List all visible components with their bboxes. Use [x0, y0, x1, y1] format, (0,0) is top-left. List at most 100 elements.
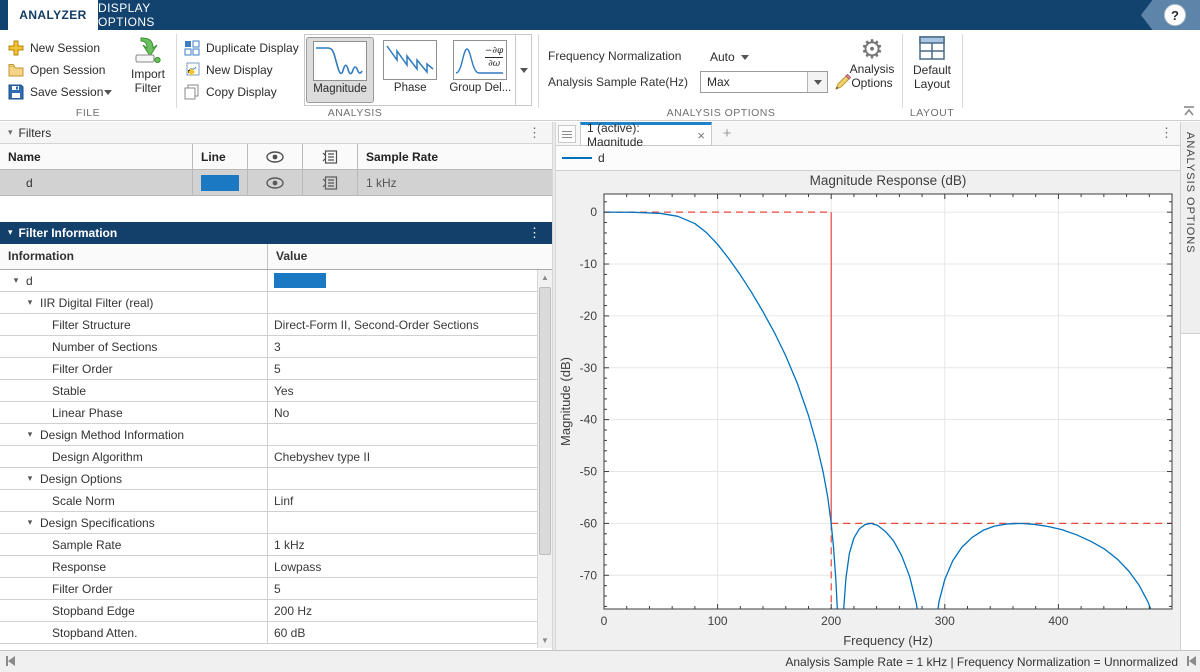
info-label: Stopband Atten. — [52, 626, 137, 640]
filter-info-row[interactable]: Filter Order5 — [0, 358, 537, 380]
analysis-options-button[interactable]: ⚙ Analysis Options — [846, 36, 898, 90]
filter-info-row[interactable]: ▾IIR Digital Filter (real) — [0, 292, 537, 314]
row-expander-icon[interactable]: ▾ — [24, 297, 36, 308]
filter-info-row[interactable]: ▾Design Options — [0, 468, 537, 490]
row-expander-icon[interactable]: ▾ — [10, 275, 22, 286]
analysis-options-strip-label: ANALYSIS OPTIONS — [1184, 132, 1196, 254]
filter-info-row[interactable]: ▾Design Specifications — [0, 512, 537, 534]
analysis-sample-rate-combo[interactable]: Max — [700, 71, 828, 93]
open-session-label: Open Session — [30, 63, 105, 77]
filter-name-cell[interactable]: d — [0, 170, 193, 195]
filters-empty-area — [0, 196, 552, 222]
collapse-triangle-icon[interactable]: ▾ — [8, 127, 13, 138]
filter-info-row[interactable]: Scale NormLinf — [0, 490, 537, 512]
filter-info-row[interactable]: Stopband Atten. 60 dB — [0, 622, 537, 644]
annotation-icon — [322, 150, 338, 164]
gear-icon: ⚙ — [846, 36, 898, 62]
help-button[interactable]: ? — [1164, 4, 1186, 26]
minimize-ribbon-button[interactable] — [1181, 104, 1197, 118]
tab-display-options[interactable]: DISPLAY OPTIONS — [98, 0, 210, 30]
scroll-down-arrow[interactable]: ▼ — [538, 633, 552, 648]
filter-information-menu-icon[interactable]: ⋮ — [525, 225, 544, 241]
filter-info-row[interactable]: StableYes — [0, 380, 537, 402]
copy-display-button[interactable]: Copy Display — [184, 82, 277, 102]
info-value: Linf — [268, 490, 537, 511]
tab-analyzer[interactable]: ANALYZER — [8, 0, 98, 30]
collapse-triangle-icon[interactable]: ▾ — [8, 227, 13, 238]
col-header-line[interactable]: Line — [193, 144, 248, 169]
info-value — [268, 512, 537, 533]
filter-info-row[interactable]: ResponseLowpass — [0, 556, 537, 578]
display-list-button[interactable] — [558, 125, 576, 143]
gallery-expand-button[interactable] — [515, 35, 531, 105]
filter-info-row[interactable]: Design AlgorithmChebyshev type II — [0, 446, 537, 468]
close-icon[interactable]: × — [697, 128, 705, 143]
legend-label[interactable]: d — [598, 151, 605, 165]
y-tick-label: -20 — [580, 309, 598, 323]
info-label: Design Algorithm — [52, 450, 143, 464]
col-header-name[interactable]: Name — [0, 144, 193, 169]
display-tab-1[interactable]: 1 (active): Magnitude × — [580, 122, 712, 146]
x-tick-label: 100 — [708, 614, 728, 628]
filter-info-row[interactable]: Number of Sections3 — [0, 336, 537, 358]
scroll-up-arrow[interactable]: ▲ — [538, 270, 552, 285]
filter-info-row[interactable]: ▾Design Method Information — [0, 424, 537, 446]
row-expander-icon[interactable]: ▾ — [24, 429, 36, 440]
collapse-left-panel-button[interactable] — [6, 656, 15, 666]
filters-panel-header[interactable]: ▾ Filters ⋮ — [0, 122, 552, 144]
filter-visibility-cell[interactable] — [248, 170, 303, 195]
filter-info-scrollbar[interactable]: ▲ ▼ — [537, 270, 552, 648]
filter-sample-rate-cell: 1 kHz — [358, 170, 552, 195]
collapse-right-panel-button[interactable] — [1187, 656, 1196, 666]
filter-line-cell[interactable] — [193, 170, 248, 195]
filter-info-row[interactable]: Sample Rate1 kHz — [0, 534, 537, 556]
filters-menu-icon[interactable]: ⋮ — [525, 125, 544, 141]
save-session-button[interactable]: Save Session — [8, 82, 103, 102]
filter-info-row[interactable]: Stopband Edge200 Hz — [0, 600, 537, 622]
new-display-button[interactable]: New Display — [184, 60, 273, 80]
row-expander-icon[interactable]: ▾ — [24, 473, 36, 484]
filter-info-row[interactable]: Filter StructureDirect-Form II, Second-O… — [0, 314, 537, 336]
default-layout-button[interactable]: Default Layout — [906, 36, 958, 91]
add-display-tab-button[interactable]: + — [718, 126, 736, 144]
filter-annotation-cell[interactable] — [303, 170, 358, 195]
filter-row-d[interactable]: d 1 kHz — [0, 170, 552, 196]
filter-info-row[interactable]: Filter Order5 — [0, 578, 537, 600]
open-session-button[interactable]: Open Session — [8, 60, 105, 80]
combo-dropdown-button[interactable] — [807, 72, 827, 92]
col-header-information[interactable]: Information — [0, 244, 268, 269]
info-label: Filter Order — [52, 582, 113, 596]
magnitude-response-plot[interactable]: 01002003004000-10-20-30-40-50-60-70Magni… — [556, 171, 1180, 651]
analysis-group-delay-button[interactable]: −∂φ∂ω Group Del... — [446, 37, 514, 103]
duplicate-display-button[interactable]: Duplicate Display — [184, 38, 299, 58]
save-session-dropdown-arrow[interactable] — [104, 90, 112, 95]
info-value — [268, 468, 537, 489]
line-color-swatch[interactable] — [201, 175, 239, 191]
filter-info-row[interactable]: Linear PhaseNo — [0, 402, 537, 424]
filter-information-header[interactable]: ▾ Filter Information ⋮ — [0, 222, 552, 244]
info-label: Stable — [52, 384, 86, 398]
col-header-annotation[interactable] — [303, 144, 358, 169]
info-value: 60 dB — [268, 622, 537, 643]
import-filter-button[interactable]: Import Filter — [124, 36, 172, 95]
frequency-normalization-dropdown[interactable]: Auto — [710, 47, 749, 67]
phase-label: Phase — [376, 82, 444, 94]
row-expander-icon[interactable]: ▾ — [24, 517, 36, 528]
plot-canvas[interactable]: 01002003004000-10-20-30-40-50-60-70Magni… — [556, 170, 1180, 650]
new-session-button[interactable]: New Session — [8, 38, 100, 58]
filter-info-row[interactable]: ▾d — [0, 270, 537, 292]
copy-display-icon — [184, 84, 200, 100]
scrollbar-thumb[interactable] — [539, 287, 551, 555]
analysis-options-collapsed-panel[interactable]: ANALYSIS OPTIONS — [1181, 122, 1200, 334]
display-menu-icon[interactable]: ⋮ — [1157, 125, 1176, 141]
analysis-section-label: ANALYSIS — [250, 107, 460, 121]
col-header-value[interactable]: Value — [268, 244, 552, 269]
col-header-visibility[interactable] — [248, 144, 303, 169]
info-label: Sample Rate — [52, 538, 121, 552]
info-value: 5 — [268, 358, 537, 379]
x-tick-label: 200 — [821, 614, 841, 628]
col-header-sample-rate[interactable]: Sample Rate — [358, 144, 552, 169]
analysis-phase-button[interactable]: Phase — [376, 37, 444, 103]
analysis-magnitude-button[interactable]: Magnitude — [306, 37, 374, 103]
line-color-swatch[interactable] — [274, 273, 326, 288]
